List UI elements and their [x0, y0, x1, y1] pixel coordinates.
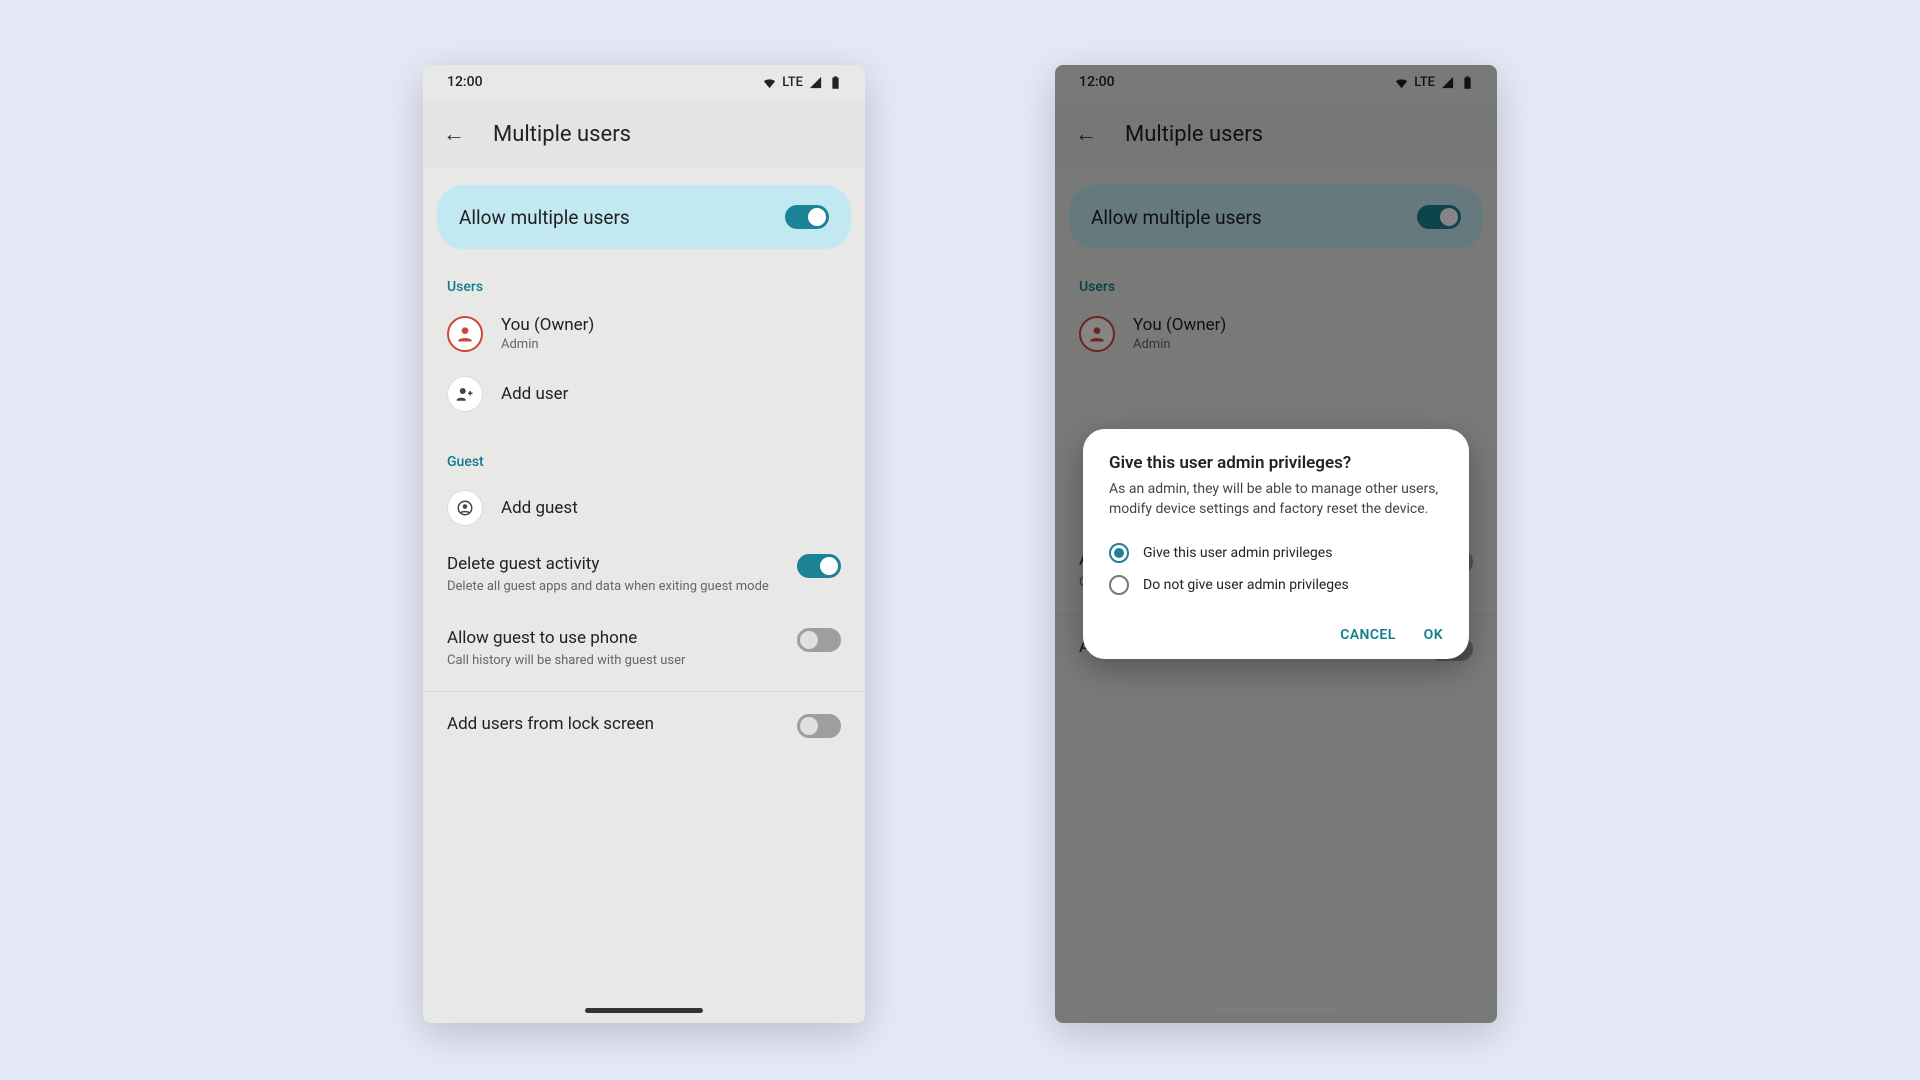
admin-privileges-dialog: Give this user admin privileges? As an a…	[1083, 429, 1469, 660]
setting-title: Delete guest activity	[447, 554, 777, 574]
clock: 12:00	[447, 74, 483, 90]
page-title: Multiple users	[493, 122, 631, 147]
allow-guest-phone-row[interactable]: Allow guest to use phone Call history wi…	[437, 612, 851, 686]
add-guest-row[interactable]: Add guest	[437, 478, 851, 538]
radio-deny-admin[interactable]: Do not give user admin privileges	[1109, 569, 1443, 601]
setting-sub: Delete all guest apps and data when exit…	[447, 578, 777, 596]
add-user-row[interactable]: Add user	[437, 364, 851, 424]
setting-sub: Call history will be shared with guest u…	[447, 652, 777, 670]
gesture-bar[interactable]	[585, 1008, 703, 1013]
guest-section-label: Guest	[447, 454, 841, 470]
dialog-scrim[interactable]: Give this user admin privileges? As an a…	[1055, 65, 1497, 1023]
owner-role: Admin	[501, 337, 594, 352]
dialog-title: Give this user admin privileges?	[1109, 453, 1443, 473]
setting-title: Add users from lock screen	[447, 714, 777, 734]
signal-icon	[808, 75, 823, 90]
setting-title: Allow guest to use phone	[447, 628, 777, 648]
radio-give-admin[interactable]: Give this user admin privileges	[1109, 537, 1443, 569]
cancel-button[interactable]: CANCEL	[1340, 627, 1395, 643]
radio-label: Give this user admin privileges	[1143, 545, 1332, 561]
status-bar: 12:00 LTE	[423, 65, 865, 99]
dialog-actions: CANCEL OK	[1109, 627, 1443, 643]
phone-left: 12:00 LTE ← Multiple users Allow multipl…	[423, 65, 865, 1023]
wifi-icon	[762, 75, 777, 90]
hero-label: Allow multiple users	[459, 206, 630, 229]
toggle-switch[interactable]	[797, 714, 841, 738]
owner-row[interactable]: You (Owner) Admin	[437, 303, 851, 364]
dialog-body: As an admin, they will be able to manage…	[1109, 479, 1443, 520]
allow-multiple-users-toggle[interactable]: Allow multiple users	[437, 185, 851, 249]
app-bar: ← Multiple users	[423, 99, 865, 169]
delete-guest-activity-row[interactable]: Delete guest activity Delete all guest a…	[437, 538, 851, 612]
toggle-switch[interactable]	[797, 628, 841, 652]
add-from-lockscreen-row[interactable]: Add users from lock screen	[437, 698, 851, 754]
radio-icon[interactable]	[1109, 575, 1129, 595]
network-label: LTE	[782, 75, 803, 90]
toggle-switch[interactable]	[785, 205, 829, 229]
users-section-label: Users	[447, 279, 841, 295]
content: Allow multiple users Users You (Owner) A…	[423, 169, 865, 1023]
back-icon[interactable]: ←	[443, 121, 465, 147]
battery-icon	[828, 75, 843, 90]
add-guest-label: Add guest	[501, 498, 578, 518]
radio-label: Do not give user admin privileges	[1143, 577, 1349, 593]
divider	[423, 691, 865, 692]
radio-icon[interactable]	[1109, 543, 1129, 563]
person-icon	[447, 316, 483, 352]
phone-right: 12:00 LTE ← Multiple users Allow multipl…	[1055, 65, 1497, 1023]
add-user-icon	[447, 376, 483, 412]
add-user-label: Add user	[501, 384, 568, 404]
guest-icon	[447, 490, 483, 526]
ok-button[interactable]: OK	[1424, 627, 1443, 643]
owner-name: You (Owner)	[501, 315, 594, 335]
toggle-switch[interactable]	[797, 554, 841, 578]
status-icons: LTE	[762, 75, 843, 90]
